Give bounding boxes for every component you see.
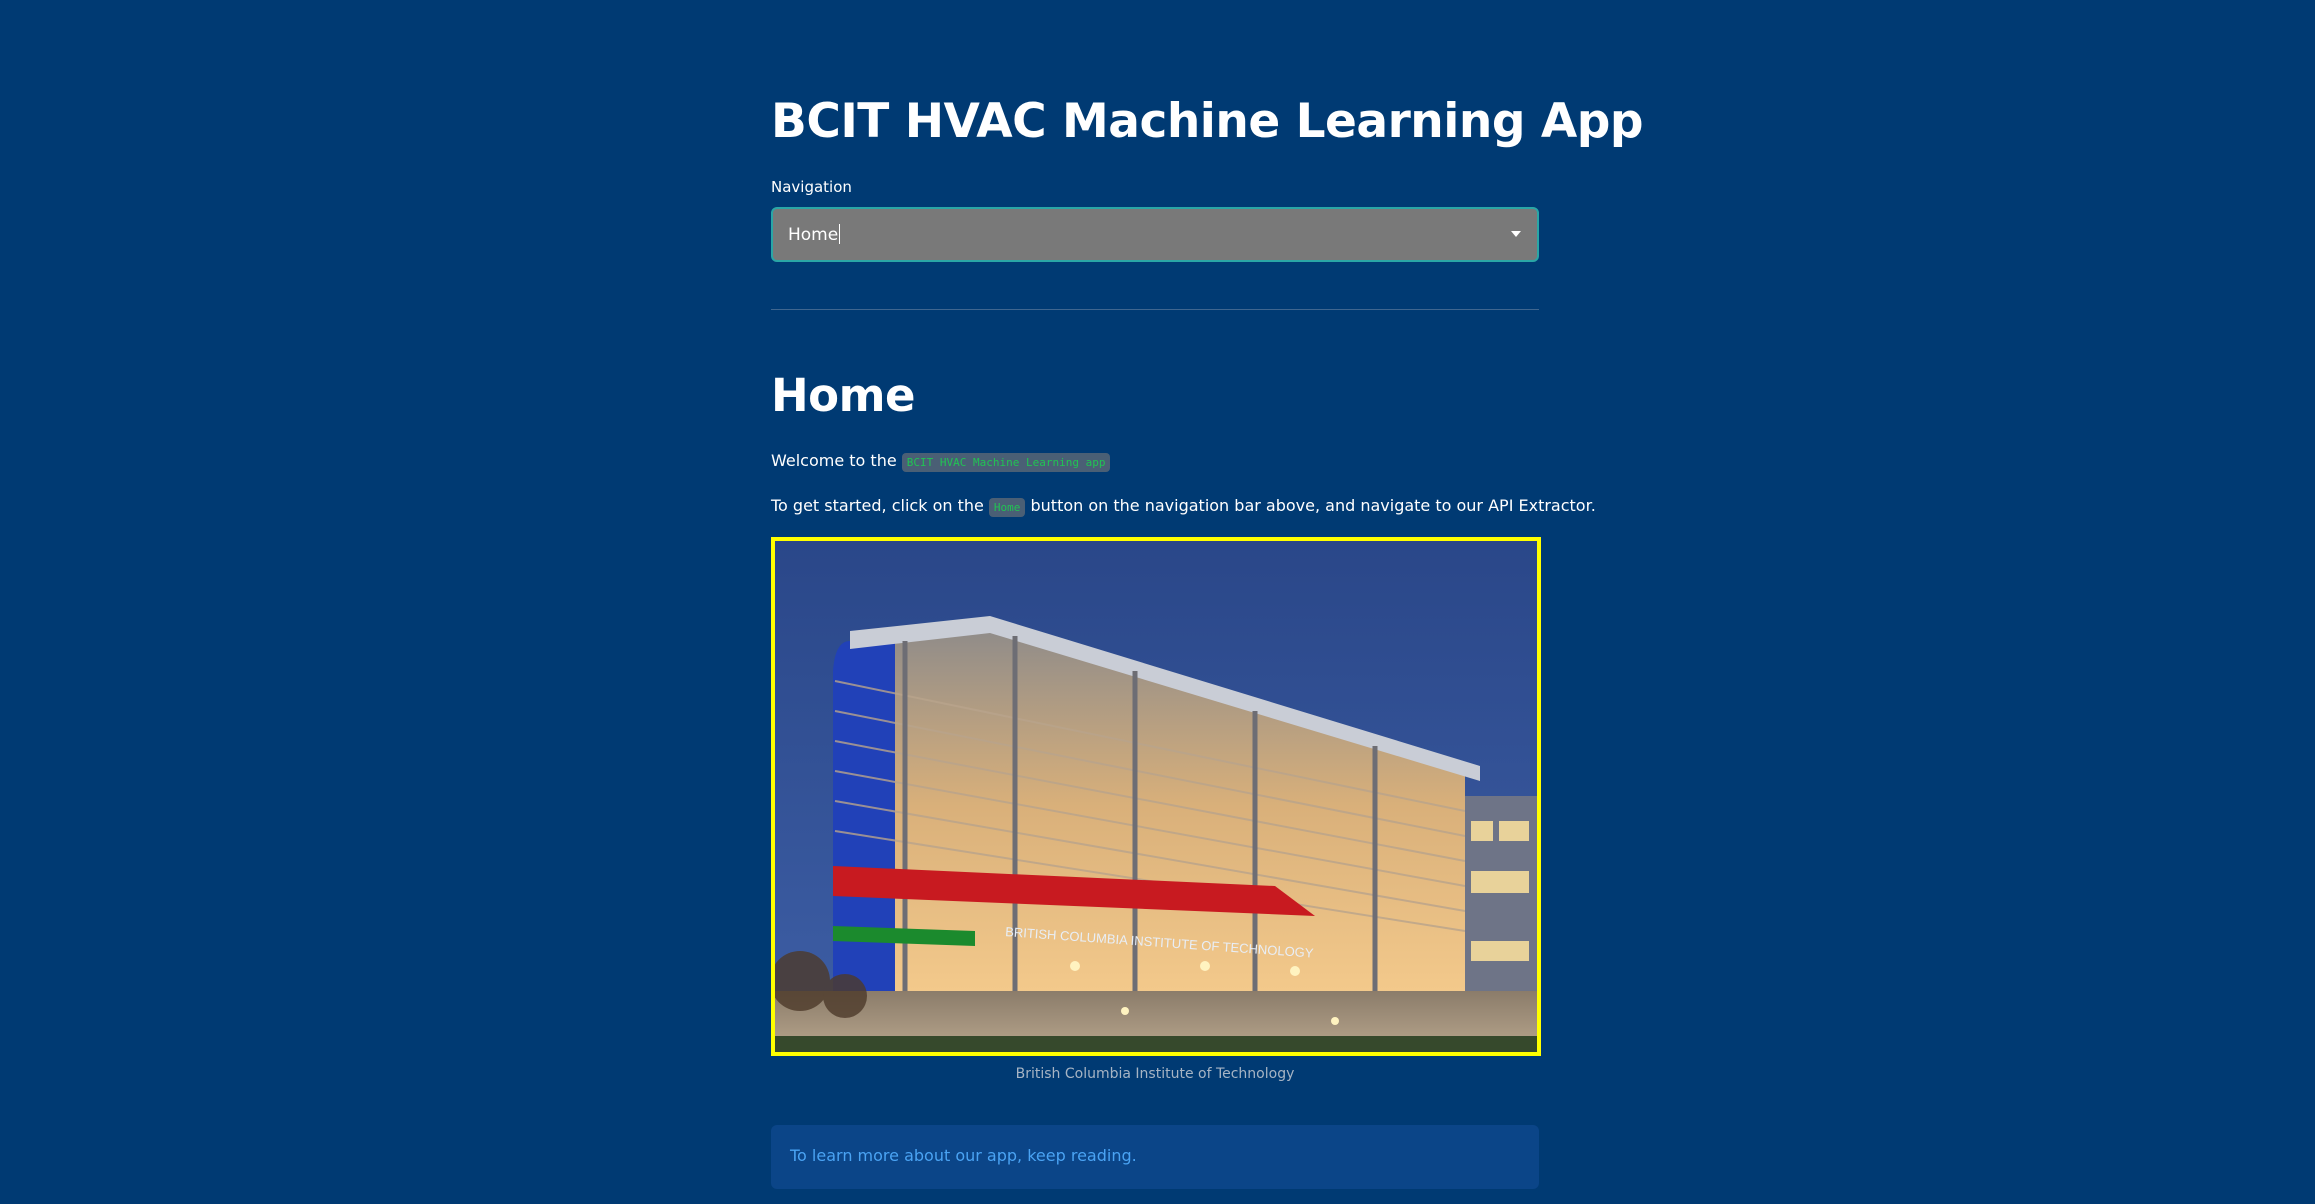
campus-building-image: BRITISH COLUMBIA INSTITUTE OF TECHNOLOGY (771, 537, 1541, 1056)
info-text: To learn more about our app, keep readin… (790, 1146, 1137, 1165)
chevron-down-icon[interactable] (1511, 231, 1521, 237)
navigation-select-value: Home (788, 224, 841, 246)
image-caption: British Columbia Institute of Technology (1015, 1066, 1295, 1082)
building-illustration: BRITISH COLUMBIA INSTITUTE OF TECHNOLOGY (775, 541, 1537, 1052)
navigation-select[interactable]: Home (771, 207, 1539, 262)
page-heading: Home (771, 369, 916, 422)
app-name-code: BCIT HVAC Machine Learning app (901, 453, 1111, 472)
instructions-paragraph: To get started, click on the Home button… (771, 495, 1596, 519)
welcome-prefix: Welcome to the (771, 451, 902, 470)
instructions-suffix: button on the navigation bar above, and … (1025, 496, 1596, 515)
navigation-label: Navigation (771, 178, 852, 196)
info-callout: To learn more about our app, keep readin… (771, 1125, 1539, 1189)
app-title: BCIT HVAC Machine Learning App (771, 94, 1644, 149)
text-cursor (839, 224, 841, 244)
welcome-paragraph: Welcome to the BCIT HVAC Machine Learnin… (771, 450, 1111, 474)
home-code: Home (988, 498, 1026, 517)
navigation-selected-text: Home (788, 225, 839, 245)
instructions-prefix: To get started, click on the (771, 496, 989, 515)
divider (771, 309, 1539, 310)
